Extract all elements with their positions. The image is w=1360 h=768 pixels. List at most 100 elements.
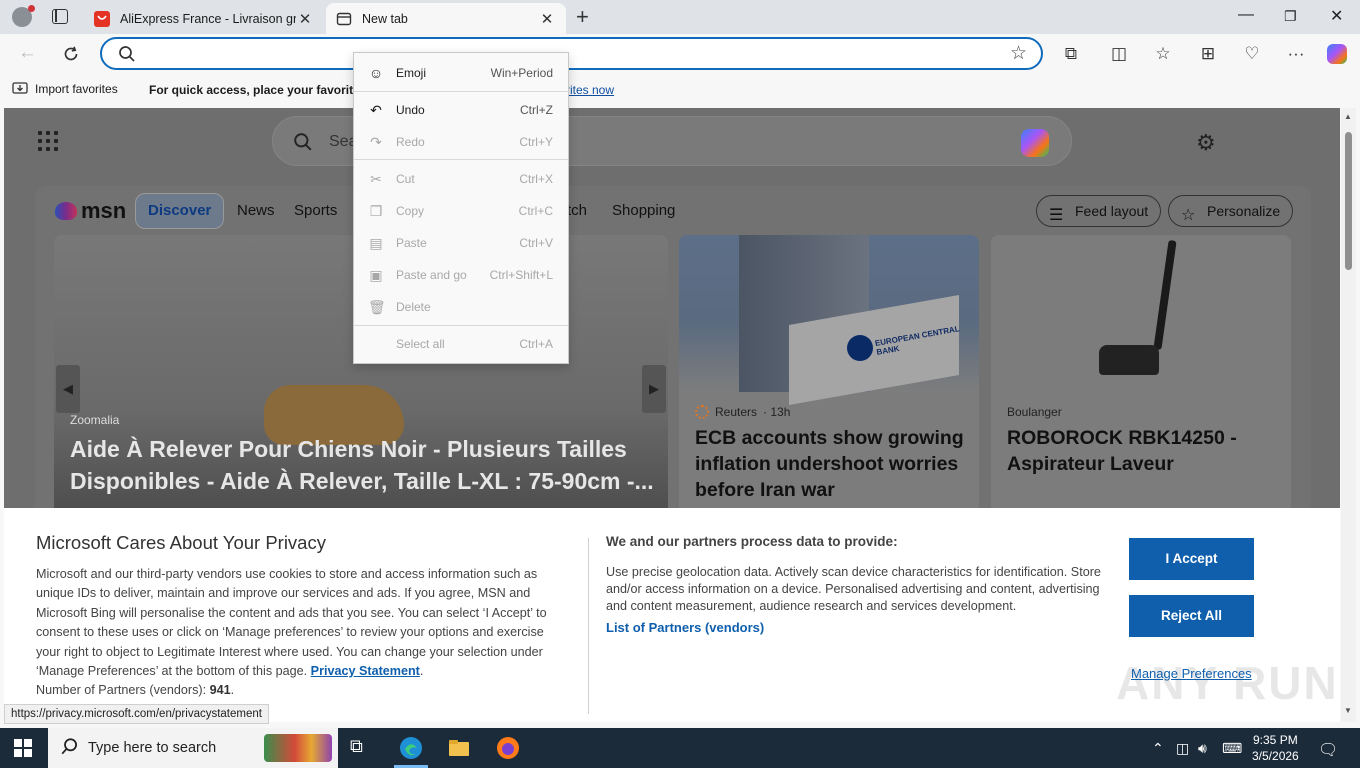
privacy-body: Microsoft and our third-party vendors us… <box>36 567 547 698</box>
news-card-ecb[interactable]: EUROPEAN CENTRAL BANK Reuters · 13h ECB … <box>679 235 979 525</box>
nav-news[interactable]: News <box>237 202 275 219</box>
copilot-icon[interactable] <box>1327 44 1349 66</box>
settings-more-icon[interactable]: ··· <box>1285 43 1307 65</box>
vacuum-image <box>991 235 1291 392</box>
tab-title: New tab <box>362 11 408 26</box>
msn-logo-text: msn <box>81 198 127 223</box>
windows-start-icon[interactable] <box>14 739 32 757</box>
menu-item-cut[interactable]: ✂ Cut Ctrl+X <box>354 165 568 193</box>
firefox-icon[interactable] <box>496 736 520 760</box>
cut-icon: ✂ <box>370 170 382 187</box>
menu-item-redo[interactable]: ↷ Redo Ctrl+Y <box>354 128 568 156</box>
menu-item-undo[interactable]: ↶ Undo Ctrl+Z <box>354 96 568 124</box>
windows-taskbar: Type here to search ⧉ ⌃ ◫ 🔊︎ ⌨ 9:35 PM 3… <box>0 728 1360 768</box>
accept-button[interactable]: I Accept <box>1129 538 1254 580</box>
menu-item-shortcut: Ctrl+Y <box>519 135 553 149</box>
menu-item-paste[interactable]: ▤ Paste Ctrl+V <box>354 229 568 257</box>
language-icon[interactable]: ⌨ <box>1222 740 1242 757</box>
menu-item-select-all[interactable]: Select all Ctrl+A <box>354 330 568 358</box>
carousel-prev-icon[interactable]: ◀ <box>56 365 80 413</box>
card-headline[interactable]: ECB accounts show growing inflation unde… <box>695 425 967 503</box>
extensions-icon[interactable]: ⧉ <box>1060 43 1082 65</box>
privacy-title: Microsoft Cares About Your Privacy <box>36 532 326 553</box>
card-headline[interactable]: ROBOROCK RBK14250 - Aspirateur Laveur <box>1007 425 1279 477</box>
volume-icon[interactable]: 🔊︎ <box>1198 740 1207 757</box>
close-tab-icon[interactable]: ✕ <box>538 10 556 28</box>
manage-preferences-link[interactable]: Manage Preferences <box>1131 666 1252 681</box>
menu-item-label: Delete <box>396 300 431 314</box>
profile-avatar[interactable] <box>12 5 35 27</box>
favorites-icon[interactable]: ☆ <box>1152 43 1174 65</box>
menu-item-delete[interactable]: 🗑︎ Delete <box>354 293 568 321</box>
copilot-search-icon[interactable] <box>1021 129 1049 157</box>
privacy-body-text: Microsoft and our third-party vendors us… <box>36 567 547 679</box>
manage-favorites-link[interactable]: rites now <box>566 83 614 97</box>
nav-sports[interactable]: Sports <box>294 202 337 219</box>
page-settings-gear-icon[interactable]: ⚙ <box>1196 130 1216 156</box>
ecb-image: EUROPEAN CENTRAL BANK <box>679 235 979 405</box>
menu-item-copy[interactable]: ❐ Copy Ctrl+C <box>354 197 568 225</box>
favorite-star-icon[interactable]: ☆ <box>1010 42 1027 65</box>
menu-item-shortcut: Ctrl+Shift+L <box>489 268 553 282</box>
file-explorer-icon[interactable] <box>447 736 471 760</box>
address-bar[interactable]: ☆ <box>100 37 1043 70</box>
close-tab-icon[interactable]: ✕ <box>296 10 314 28</box>
browser-toolbar: ← ☆ ⧉ ◫ ☆ ⊞ ♡ ··· <box>0 34 1360 74</box>
personalize-button[interactable]: ☆ Personalize <box>1168 195 1294 227</box>
tab-actions-icon[interactable] <box>52 9 68 24</box>
nav-discover[interactable]: Discover <box>135 193 225 229</box>
menu-item-paste-and-go[interactable]: ▣ Paste and go Ctrl+Shift+L <box>354 261 568 289</box>
sliders-icon: ☰ <box>1049 207 1064 224</box>
back-arrow-icon[interactable]: ← <box>18 42 37 64</box>
menu-item-emoji[interactable]: ☺ Emoji Win+Period <box>354 59 568 87</box>
scroll-down-icon[interactable]: ▼ <box>1344 706 1352 715</box>
minimize-icon[interactable]: — <box>1238 6 1254 24</box>
restore-icon[interactable]: ❐ <box>1284 8 1297 25</box>
paste-go-icon: ▣ <box>369 266 383 283</box>
scrollbar-thumb[interactable] <box>1345 132 1352 270</box>
address-bar-context-menu: ☺ Emoji Win+Period ↶ Undo Ctrl+Z ↷ Redo … <box>353 52 569 364</box>
partners-count-label: Number of Partners (vendors): <box>36 683 207 698</box>
personalize-label: Personalize <box>1207 203 1281 219</box>
list-of-partners-link[interactable]: List of Partners (vendors) <box>606 620 764 635</box>
redo-icon: ↷ <box>370 133 382 150</box>
edge-browser-icon[interactable] <box>399 736 423 760</box>
vacuum-base-shape <box>1099 345 1159 375</box>
show-hidden-icons-icon[interactable]: ⌃ <box>1152 740 1164 757</box>
nav-watch[interactable]: tch <box>567 202 587 219</box>
network-icon[interactable]: ◫ <box>1176 740 1189 757</box>
system-clock[interactable]: 9:35 PM 3/5/2026 <box>1252 732 1299 764</box>
reject-all-button[interactable]: Reject All <box>1129 595 1254 637</box>
scroll-up-icon[interactable]: ▲ <box>1344 112 1352 121</box>
notifications-icon[interactable]: 🗨︎ <box>1318 740 1338 760</box>
carousel-next-icon[interactable]: ▶ <box>642 365 666 413</box>
tab-aliexpress[interactable]: AliExpress France - Livraison gratuite ✕ <box>84 3 324 34</box>
refresh-icon[interactable] <box>62 45 80 63</box>
app-launcher-icon[interactable] <box>38 131 58 151</box>
feed-layout-button[interactable]: ☰ Feed layout <box>1036 195 1162 227</box>
card-source-row: Reuters · 13h <box>695 405 790 419</box>
menu-item-label: Undo <box>396 103 425 117</box>
copy-icon: ❐ <box>369 202 383 219</box>
hero-source: Zoomalia <box>70 413 120 427</box>
browser-essentials-icon[interactable]: ♡ <box>1241 43 1263 65</box>
privacy-statement-link[interactable]: Privacy Statement <box>311 664 420 678</box>
tab-new-tab[interactable]: New tab ✕ <box>326 3 566 34</box>
nav-shopping[interactable]: Shopping <box>612 202 675 219</box>
page-scrollbar[interactable]: ▲ ▼ <box>1341 108 1356 722</box>
aliexpress-favicon-icon <box>94 10 110 27</box>
banner-divider <box>588 538 589 714</box>
ecb-logo-icon <box>847 335 873 361</box>
new-tab-plus-icon[interactable]: + <box>576 4 589 30</box>
hero-headline[interactable]: Aide À Relever Pour Chiens Noir - Plusie… <box>70 433 655 497</box>
product-card-roborock[interactable]: Boulanger ROBOROCK RBK14250 - Aspirateur… <box>991 235 1291 525</box>
split-screen-icon[interactable]: ◫ <box>1108 43 1130 65</box>
menu-item-shortcut: Ctrl+Z <box>520 103 553 117</box>
collections-icon[interactable]: ⊞ <box>1197 43 1219 65</box>
taskbar-search-box[interactable]: Type here to search <box>48 728 338 768</box>
import-favorites-button[interactable]: Import favorites <box>12 82 118 96</box>
card-source: Reuters <box>715 405 758 419</box>
task-view-icon[interactable]: ⧉ <box>350 736 374 760</box>
favorites-hint-text: For quick access, place your favorites <box>149 83 367 97</box>
close-window-icon[interactable]: ✕ <box>1330 6 1343 26</box>
